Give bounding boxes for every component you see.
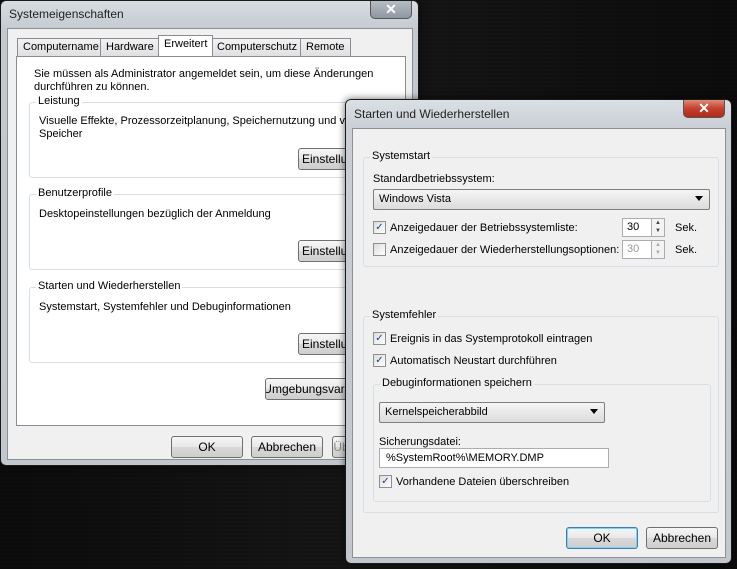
show-list-checkbox[interactable]: ✓ [373, 221, 386, 234]
unit-seconds: Sek. [675, 222, 698, 234]
group-label: Debuginformationen speichern [380, 377, 534, 389]
log-event-label: Ereignis in das Systemprotokoll eintrage… [390, 333, 593, 345]
tab-remote[interactable]: Remote [300, 38, 351, 56]
dump-file-input[interactable]: %SystemRoot%\MEMORY.DMP [379, 448, 609, 468]
cancel-button[interactable]: Abbrechen [251, 436, 323, 458]
group-label: Benutzerprofile [36, 187, 114, 199]
auto-restart-checkbox[interactable]: ✓ [373, 354, 386, 367]
startup-recovery-dialog: Starten und Wiederherstellen ✕ Systemsta… [345, 99, 732, 564]
check-icon: ✓ [381, 475, 390, 487]
spin-down-icon[interactable]: ▼ [652, 227, 664, 235]
show-recovery-spinner[interactable]: ▲ ▼ [651, 240, 665, 259]
starten-desc: Systemstart, Systemfehler und Debuginfor… [39, 301, 291, 313]
show-recovery-seconds-input[interactable]: 30 [622, 240, 652, 259]
window-title: Systemeigenschaften [9, 7, 124, 21]
log-event-checkbox[interactable]: ✓ [373, 332, 386, 345]
admin-note: Sie müssen als Administrator angemeldet … [34, 68, 374, 93]
unit-seconds: Sek. [675, 244, 698, 256]
group-label: Starten und Wiederherstellen [36, 280, 183, 292]
overwrite-checkbox[interactable]: ✓ [379, 475, 392, 488]
debug-type-value: Kernelspeicherabbild [385, 406, 488, 418]
tab-computername[interactable]: Computername [17, 38, 105, 56]
spin-up-icon[interactable]: ▲ [652, 219, 664, 227]
chevron-down-icon [590, 409, 598, 414]
close-button[interactable]: ✕ [683, 100, 725, 118]
cancel-button[interactable]: Abbrechen [646, 527, 718, 549]
default-os-value: Windows Vista [379, 193, 451, 205]
group-label: Systemfehler [370, 309, 439, 321]
dump-file-label: Sicherungsdatei: [379, 436, 461, 448]
show-list-seconds-input[interactable]: 30 [622, 218, 652, 237]
check-icon: ✓ [375, 221, 384, 233]
tab-computerschutz[interactable]: Computerschutz [211, 38, 304, 56]
group-label: Leistung [36, 95, 82, 107]
auto-restart-label: Automatisch Neustart durchführen [390, 355, 557, 367]
check-icon: ✓ [375, 332, 384, 344]
dialog-title: Starten und Wiederherstellen [354, 107, 510, 121]
ok-button[interactable]: OK [171, 436, 243, 458]
close-icon: ✕ [698, 100, 710, 116]
close-button[interactable]: ✕ [370, 1, 412, 19]
spin-down-icon[interactable]: ▼ [652, 249, 664, 257]
tab-erweitert[interactable]: Erweitert [158, 35, 214, 56]
leistung-desc: Visuelle Effekte, Prozessorzeitplanung, … [39, 115, 360, 140]
benutzerprofile-desc: Desktopeinstellungen bezüglich der Anmel… [39, 208, 271, 220]
tab-hardware[interactable]: Hardware [100, 38, 160, 56]
debug-type-select[interactable]: Kernelspeicherabbild [379, 402, 605, 423]
show-list-label: Anzeigedauer der Betriebssystemliste: [390, 222, 578, 234]
spin-up-icon[interactable]: ▲ [652, 241, 664, 249]
close-icon: ✕ [385, 1, 397, 17]
show-recovery-checkbox[interactable] [373, 243, 386, 256]
ok-button[interactable]: OK [566, 527, 638, 549]
check-icon: ✓ [375, 354, 384, 366]
show-list-spinner[interactable]: ▲ ▼ [651, 218, 665, 237]
default-os-select[interactable]: Windows Vista [373, 189, 710, 210]
default-os-label: Standardbetriebssystem: [373, 173, 495, 185]
show-recovery-label: Anzeigedauer der Wiederherstellungsoptio… [390, 244, 620, 256]
group-label: Systemstart [370, 150, 433, 162]
chevron-down-icon [695, 196, 703, 201]
overwrite-label: Vorhandene Dateien überschreiben [396, 476, 570, 488]
